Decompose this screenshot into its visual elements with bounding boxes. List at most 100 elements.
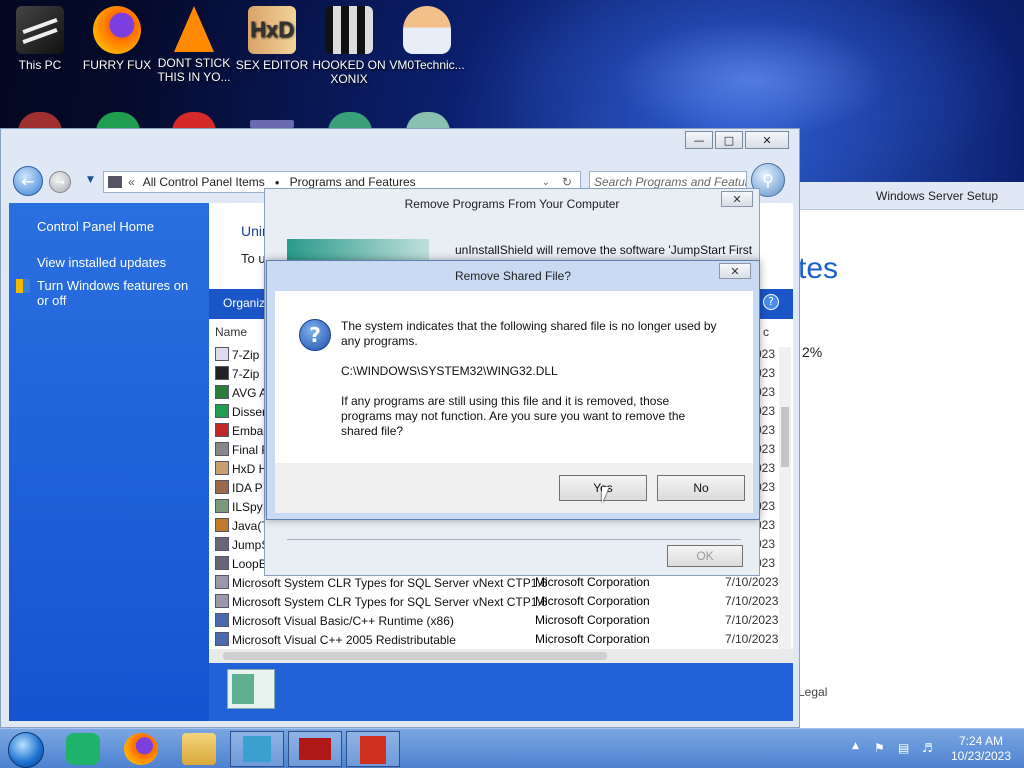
desktop-icon-sex-editor[interactable]: HxD SEX EDITOR xyxy=(234,6,310,72)
breadcrumb-programs-and-features[interactable]: Programs and Features xyxy=(290,175,416,189)
program-publisher: Microsoft Corporation xyxy=(535,575,650,589)
recent-pages-chevron-icon[interactable]: ▼ xyxy=(87,175,94,185)
desktop-icon-furry-fux[interactable]: FURRY FUX xyxy=(79,6,155,72)
volume-icon[interactable]: ♬ xyxy=(922,741,933,755)
table-row[interactable]: JumpS xyxy=(215,537,269,556)
program-name: ILSpy xyxy=(232,500,263,514)
help-icon[interactable]: ? xyxy=(763,294,779,310)
table-row[interactable]: HxD H xyxy=(215,461,267,480)
desktop-icon-dont-stick[interactable]: DONT STICK THIS IN YO... xyxy=(156,6,232,84)
setup-legal-link[interactable]: Legal xyxy=(798,685,827,699)
ok-button[interactable]: OK xyxy=(667,545,743,567)
table-row[interactable]: Dissen xyxy=(215,404,269,423)
desktop-icon-this-pc[interactable]: This PC xyxy=(2,6,78,72)
sidebar-item-windows-features[interactable]: Turn Windows features on or off xyxy=(37,278,203,308)
program-thumbnail-icon xyxy=(227,669,275,709)
remove-shared-file-dialog: Remove Shared File? ✕ ? The system indic… xyxy=(266,260,760,520)
taskbar-game-window[interactable] xyxy=(288,731,342,767)
table-row[interactable]: AVG A xyxy=(215,385,267,404)
system-clock[interactable]: 7:24 AM 10/23/2023 xyxy=(946,734,1016,764)
dialog-button-bar: Yes No xyxy=(275,463,753,513)
sidebar-item-installed-updates[interactable]: View installed updates xyxy=(37,255,166,270)
taskbar-firefox-icon[interactable] xyxy=(124,733,158,765)
taskbar-control-panel-window[interactable] xyxy=(230,731,284,767)
table-row[interactable]: Microsoft System CLR Types for SQL Serve… xyxy=(215,594,547,613)
program-icon xyxy=(215,518,229,532)
page-subtitle: To u xyxy=(241,251,266,266)
scrollbar-thumb[interactable] xyxy=(781,407,789,467)
program-icon xyxy=(215,385,229,399)
windows-server-setup-window: Windows Server Setup tes 2% Legal xyxy=(798,182,1024,728)
refresh-icon[interactable]: ↻ xyxy=(562,175,572,189)
start-orb-icon[interactable] xyxy=(8,732,44,768)
no-button[interactable]: No xyxy=(657,475,745,501)
desktop-icon-label: DONT STICK THIS IN YO... xyxy=(157,56,231,84)
taskbar-chat-app-icon[interactable] xyxy=(66,733,100,765)
uninstall-close-button[interactable]: ✕ xyxy=(721,191,753,207)
table-row[interactable]: Final F xyxy=(215,442,269,461)
game-icon xyxy=(299,738,331,760)
program-publisher: Microsoft Corporation xyxy=(535,594,650,608)
program-installed-date: 7/10/2023 xyxy=(725,575,779,589)
table-row[interactable]: Emba xyxy=(215,423,263,442)
maximize-button[interactable]: □ xyxy=(715,131,743,149)
breadcrumb-overflow-icon[interactable]: « xyxy=(128,175,135,189)
horizontal-scrollbar[interactable] xyxy=(209,649,793,663)
show-hidden-icons-icon[interactable]: ▲ xyxy=(852,741,859,751)
table-row[interactable]: 7-Zip xyxy=(215,366,259,385)
table-row[interactable]: Java(T xyxy=(215,518,269,537)
sidebar-item-control-panel-home[interactable]: Control Panel Home xyxy=(37,219,154,234)
desktop-icon-vm0technic[interactable]: VM0Technic... xyxy=(389,6,465,72)
dialog-close-button[interactable]: ✕ xyxy=(719,263,751,279)
uninstall-dialog-title: Remove Programs From Your Computer xyxy=(404,197,620,211)
program-icon xyxy=(215,461,229,475)
scrollbar-thumb[interactable] xyxy=(223,652,607,660)
breadcrumb-all-control-panel-items[interactable]: All Control Panel Items xyxy=(143,175,265,189)
table-row[interactable]: Microsoft System CLR Types for SQL Serve… xyxy=(215,575,547,594)
breadcrumb-separator-icon[interactable]: ● xyxy=(275,178,280,187)
game-icon xyxy=(325,6,373,54)
column-header-name[interactable]: Name xyxy=(215,325,247,339)
taskbar-file-explorer-icon[interactable] xyxy=(182,733,216,765)
file-path: C:\WINDOWS\SYSTEM32\WING32.DLL xyxy=(341,364,558,378)
details-pane xyxy=(209,663,793,721)
program-icon xyxy=(215,594,229,608)
program-name: Microsoft Visual Basic/C++ Runtime (x86) xyxy=(232,614,454,628)
table-row[interactable]: 7-Zip xyxy=(215,347,259,366)
program-icon xyxy=(215,556,229,570)
organize-button[interactable]: Organiz xyxy=(223,296,265,310)
close-button[interactable]: ✕ xyxy=(745,131,789,149)
taskbar-uninstall-window[interactable] xyxy=(346,731,400,767)
program-name: IDA P xyxy=(232,481,263,495)
program-icon xyxy=(215,442,229,456)
desktop-icon-partial[interactable] xyxy=(250,120,294,128)
question-icon: ? xyxy=(299,319,331,351)
vertical-scrollbar[interactable] xyxy=(779,347,791,649)
program-icon xyxy=(215,613,229,627)
forward-arrow-icon[interactable]: → xyxy=(49,171,71,193)
uninstall-message: unInstallShield will remove the software… xyxy=(455,243,753,257)
program-icon xyxy=(215,575,229,589)
back-arrow-icon[interactable]: ← xyxy=(13,166,43,196)
program-name: Microsoft Visual C++ 2005 Redistributabl… xyxy=(232,633,456,647)
program-name: Microsoft System CLR Types for SQL Serve… xyxy=(232,595,548,609)
program-publisher: Microsoft Corporation xyxy=(535,613,650,627)
minimize-button[interactable]: — xyxy=(685,131,713,149)
table-row[interactable]: ILSpy xyxy=(215,499,263,518)
table-row[interactable]: IDA P xyxy=(215,480,263,499)
program-icon xyxy=(215,404,229,418)
desktop-icon-hooked-on-xonix[interactable]: HOOKED ON XONIX xyxy=(311,6,387,86)
program-name: Emba xyxy=(232,424,264,438)
flag-icon[interactable]: ⚑ xyxy=(874,741,885,755)
address-dropdown-icon[interactable]: ⌄ xyxy=(542,177,550,188)
table-row[interactable]: LoopB xyxy=(215,556,267,575)
program-icon xyxy=(215,347,229,361)
table-row[interactable]: Microsoft Visual Basic/C++ Runtime (x86) xyxy=(215,613,454,632)
computer-icon xyxy=(16,6,64,54)
firefox-icon xyxy=(93,6,141,54)
message-line: shared file? xyxy=(341,424,404,438)
network-icon[interactable]: ▤ xyxy=(898,741,909,755)
program-name: LoopB xyxy=(232,557,267,571)
control-panel-icon xyxy=(243,736,271,762)
message-line: any programs. xyxy=(341,334,418,348)
